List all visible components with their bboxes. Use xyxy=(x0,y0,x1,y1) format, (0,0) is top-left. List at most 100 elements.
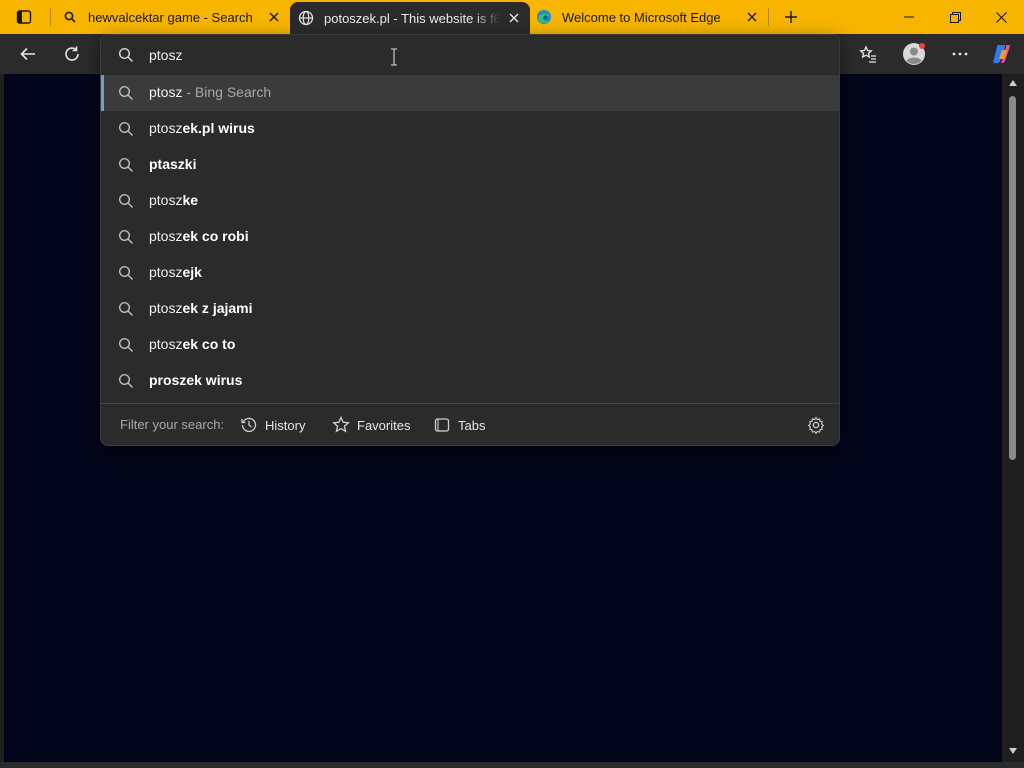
search-icon xyxy=(118,229,134,245)
new-tab-button[interactable] xyxy=(778,5,804,29)
filter-tabs-label: Tabs xyxy=(458,417,486,433)
scroll-down-arrow-icon[interactable] xyxy=(1009,748,1017,754)
suggestion-item[interactable]: ptaszki xyxy=(101,147,839,183)
plus-icon xyxy=(785,11,797,23)
minimize-icon xyxy=(904,16,914,18)
search-icon xyxy=(118,121,134,137)
suggestion-completion-part: ptaszki xyxy=(149,156,197,172)
copilot-icon xyxy=(993,45,1010,63)
star-icon xyxy=(332,416,350,433)
search-icon xyxy=(118,301,134,317)
filter-favorites-label: Favorites xyxy=(357,417,411,433)
search-icon xyxy=(118,193,134,209)
tabs-icon xyxy=(434,418,450,432)
suggestion-item[interactable]: ptoszek co robi xyxy=(101,219,839,255)
suggestion-typed-part: ptosz xyxy=(149,84,183,100)
avatar-icon xyxy=(903,43,925,65)
suggestion-text: ptoszek co to xyxy=(149,336,235,352)
restore-icon xyxy=(949,11,961,23)
tab-title: hewvalcektar game - Search xyxy=(88,9,253,25)
suggestion-completion-part: ek co robi xyxy=(182,228,249,244)
suggestion-text: ptosz - Bing Search xyxy=(149,84,271,100)
copilot-button[interactable] xyxy=(985,38,1019,70)
suggestion-typed-part: ptosz xyxy=(149,192,183,208)
profile-button[interactable] xyxy=(897,38,931,70)
tab-title: Welcome to Microsoft Edge xyxy=(562,9,721,25)
tab-actions-button[interactable] xyxy=(8,5,40,29)
tab-actions-icon xyxy=(16,10,32,24)
edge-logo-icon xyxy=(536,9,552,25)
filter-label: Filter your search: xyxy=(120,417,225,432)
refresh-button[interactable] xyxy=(55,38,89,70)
suggestion-typed-part: ptosz xyxy=(149,336,183,352)
search-icon xyxy=(62,9,78,25)
text-cursor-icon xyxy=(389,48,399,66)
suggestion-list: ptosz - Bing Search ptoszek.pl wirus ptasz… xyxy=(101,75,839,399)
suggestion-typed-part: ptosz xyxy=(149,228,183,244)
filter-tabs-button[interactable]: Tabs xyxy=(433,412,485,438)
favorites-star-icon xyxy=(859,45,876,63)
tab-strip: hewvalcektar game - Search potoszek.pl -… xyxy=(0,0,1024,34)
suggestion-completion-part: ejk xyxy=(182,264,202,280)
filter-bar: Filter your search: History Favorites Ta… xyxy=(101,404,839,446)
tab-welcome-edge[interactable]: Welcome to Microsoft Edge xyxy=(534,0,766,34)
minimize-button[interactable] xyxy=(886,0,932,34)
restore-button[interactable] xyxy=(932,0,978,34)
history-icon xyxy=(241,417,257,433)
suggestion-text: ptoszek.pl wirus xyxy=(149,120,255,136)
back-arrow-icon xyxy=(20,47,35,61)
suggestion-text: ptoszejk xyxy=(149,264,202,280)
address-bar-dropdown: ptosz - Bing Searchptoszek.pl wirusptasz… xyxy=(100,34,840,446)
address-bar[interactable] xyxy=(101,35,839,75)
address-input[interactable] xyxy=(149,44,789,66)
suggestion-completion-part: ek.pl wirus xyxy=(182,120,255,136)
filter-history-label: History xyxy=(265,417,306,433)
suggestion-completion-part: ek co to xyxy=(182,336,236,352)
suggestion-item[interactable]: ptoszek co to xyxy=(101,327,839,363)
suggestion-item[interactable]: ptosz - Bing Search xyxy=(101,75,839,111)
suggestion-text: ptoszek co robi xyxy=(149,228,249,244)
suggestion-completion-part: ek z jajami xyxy=(182,300,253,316)
search-icon xyxy=(118,265,134,281)
close-tab-icon[interactable] xyxy=(744,9,760,25)
search-icon xyxy=(118,337,134,353)
search-icon xyxy=(118,373,134,389)
suggestion-text: ptoszke xyxy=(149,192,198,208)
suggestion-text: proszek wirus xyxy=(149,372,242,388)
vertical-scrollbar[interactable] xyxy=(1004,74,1022,762)
tab-separator xyxy=(768,8,769,26)
close-window-button[interactable] xyxy=(978,0,1024,34)
suggestion-completion-part: ke xyxy=(182,192,199,208)
suggestion-text: ptoszek z jajami xyxy=(149,300,253,316)
suggestion-item[interactable]: ptoszke xyxy=(101,183,839,219)
tab-title: potoszek.pl - This website is f611 xyxy=(324,10,500,26)
scroll-up-arrow-icon[interactable] xyxy=(1009,80,1017,86)
suggestion-typed-part: ptosz xyxy=(149,264,183,280)
window-bottom-border xyxy=(0,762,1024,768)
tab-search[interactable]: hewvalcektar game - Search xyxy=(58,0,288,34)
tab-potoszek[interactable]: potoszek.pl - This website is f611 xyxy=(290,2,530,34)
search-icon xyxy=(118,85,134,101)
filter-favorites-button[interactable]: Favorites xyxy=(332,412,410,438)
suggestion-typed-part: ptosz xyxy=(149,300,183,316)
close-tab-icon[interactable] xyxy=(506,10,522,26)
suggestion-item[interactable]: ptoszek z jajami xyxy=(101,291,839,327)
suggestion-typed-part: ptosz xyxy=(149,120,183,136)
suggestion-text: ptaszki xyxy=(149,156,196,172)
search-icon xyxy=(118,157,134,173)
suggestion-source-note: - Bing Search xyxy=(182,84,272,100)
gear-icon[interactable] xyxy=(807,416,825,434)
search-icon xyxy=(118,47,134,63)
refresh-icon xyxy=(65,46,79,61)
back-button[interactable] xyxy=(11,38,45,70)
suggestion-item[interactable]: proszek wirus xyxy=(101,363,839,399)
suggestion-item[interactable]: ptoszek.pl wirus xyxy=(101,111,839,147)
tab-separator xyxy=(50,8,51,26)
settings-more-button[interactable] xyxy=(943,38,977,70)
favorites-button[interactable] xyxy=(851,38,885,70)
close-tab-icon[interactable] xyxy=(266,9,282,25)
suggestion-completion-part: proszek wirus xyxy=(149,372,243,388)
filter-history-button[interactable]: History xyxy=(240,412,305,438)
scroll-thumb[interactable] xyxy=(1009,96,1016,460)
suggestion-item[interactable]: ptoszejk xyxy=(101,255,839,291)
